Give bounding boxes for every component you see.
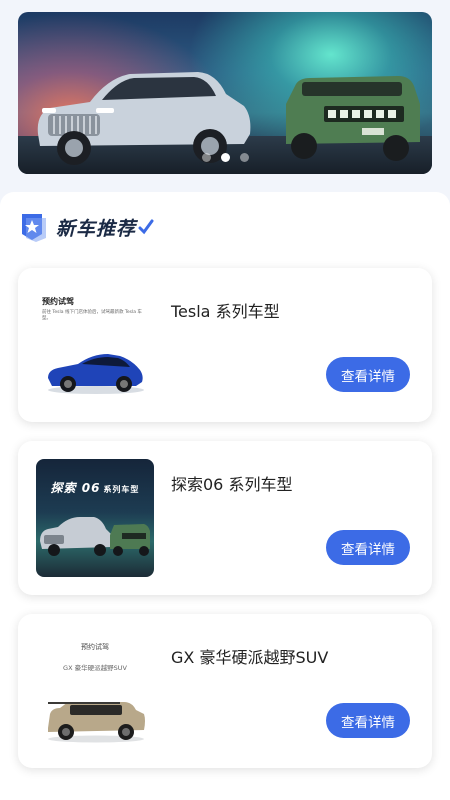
thumb-title: 预约试驾 xyxy=(42,297,74,306)
carousel-dot-2[interactable] xyxy=(220,153,230,162)
thumb-hero-title: 探索 06 系列车型 xyxy=(36,479,154,496)
view-details-button[interactable]: 查看详情 xyxy=(326,357,410,392)
thumb-suffix: 系列车型 xyxy=(103,485,140,494)
car-card-exeed06[interactable]: 探索 06 系列车型 探索06 系列车型 查看详情 xyxy=(18,441,432,595)
checkmark-icon xyxy=(138,219,154,235)
car-title: GX 豪华硬派越野SUV xyxy=(171,648,329,667)
car-title: Tesla 系列车型 xyxy=(171,302,280,321)
car-thumbnail: 预约试驾 GX 豪华硬派越野SUV xyxy=(36,632,154,750)
section-header: 新车推荐 xyxy=(20,212,154,242)
two-suv-image xyxy=(40,517,150,556)
carousel-dot-1[interactable] xyxy=(201,153,211,162)
carousel-dot-3[interactable] xyxy=(239,153,249,162)
thumb-title: 预约试驾 xyxy=(81,643,109,651)
thumb-subtitle: 前往 Tesla 线下门店体验后，试驾最新款 Tesla 车型。 xyxy=(42,310,142,321)
car-thumbnail: 预约试驾 前往 Tesla 线下门店体验后，试驾最新款 Tesla 车型。 xyxy=(36,286,154,404)
new-car-panel: 新车推荐 预约试驾 前往 Tesla 线下门店体验后，试驾最新款 Tesla 车… xyxy=(0,192,450,800)
carousel-indicator xyxy=(18,153,432,162)
view-details-button[interactable]: 查看详情 xyxy=(326,703,410,738)
section-title: 新车推荐 xyxy=(56,217,137,240)
promo-banner[interactable] xyxy=(18,12,432,174)
star-badge-icon xyxy=(22,214,46,242)
gx-suv-image xyxy=(48,702,145,743)
car-card-tesla[interactable]: 预约试驾 前往 Tesla 线下门店体验后，试驾最新款 Tesla 车型。 Te… xyxy=(18,268,432,422)
view-details-button[interactable]: 查看详情 xyxy=(326,530,410,565)
car-thumbnail: 探索 06 系列车型 xyxy=(36,459,154,577)
car-card-gx[interactable]: 预约试驾 GX 豪华硬派越野SUV GX 豪华硬派越野SUV 查看详情 xyxy=(18,614,432,768)
thumb-subtitle: GX 豪华硬派越野SUV xyxy=(63,664,127,672)
thumb-title: 探索 06 xyxy=(50,481,101,495)
green-suv-image xyxy=(286,76,420,161)
car-title: 探索06 系列车型 xyxy=(171,475,293,494)
blue-car-image xyxy=(48,354,144,394)
